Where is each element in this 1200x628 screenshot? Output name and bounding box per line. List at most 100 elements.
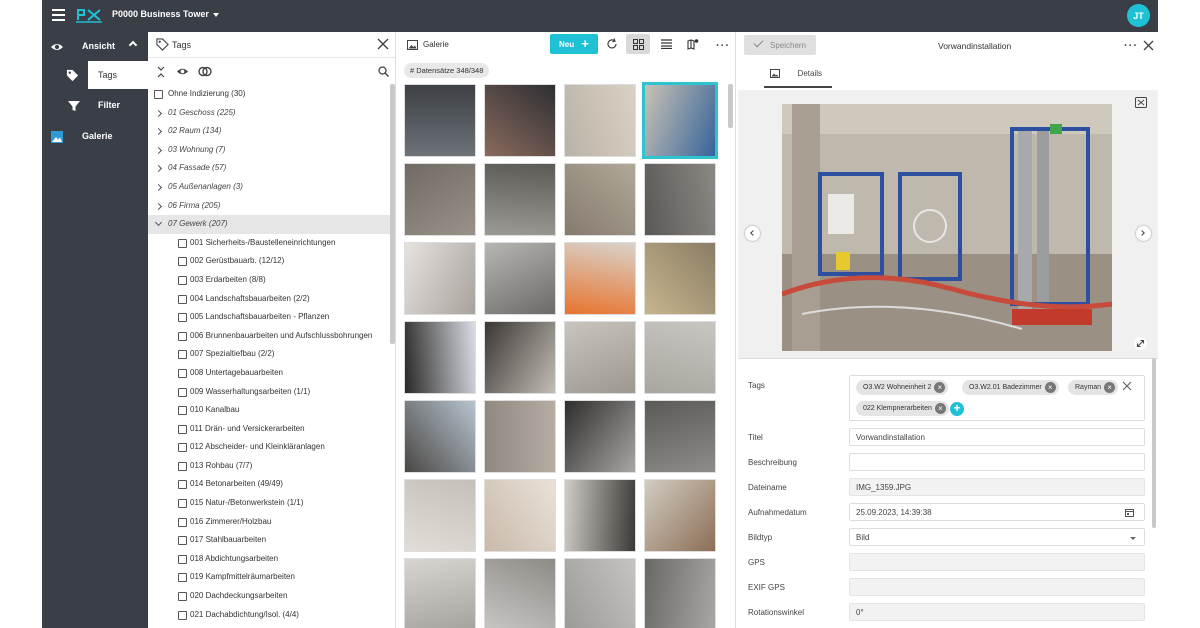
toggle-icon[interactable] — [198, 66, 212, 77]
gallery-thumbnail[interactable] — [644, 321, 716, 394]
tag-checkbox[interactable] — [178, 573, 187, 583]
tag-tree-item[interactable]: 004 Landschaftsbauarbeiten (2/2) — [148, 290, 395, 309]
tag-checkbox[interactable] — [178, 313, 187, 323]
add-tag-button[interactable]: + — [950, 402, 964, 416]
remove-tag-icon[interactable]: × — [934, 403, 946, 414]
nav-tags[interactable]: Tags — [88, 61, 148, 89]
gallery-thumbnail[interactable] — [564, 242, 636, 315]
tag-tree-item[interactable]: 003 Erdarbeiten (8/8) — [148, 271, 395, 290]
save-button[interactable]: Speichern — [744, 35, 816, 55]
tag-tree-item[interactable]: 006 Brunnenbauarbeiten und Aufschlussboh… — [148, 327, 395, 346]
chevron-right-icon[interactable] — [154, 202, 163, 210]
tag-checkbox[interactable] — [178, 461, 187, 471]
tag-checkbox[interactable] — [178, 443, 187, 453]
gallery-thumbnail[interactable] — [564, 558, 636, 628]
chevron-right-icon[interactable] — [154, 128, 163, 136]
tag-checkbox[interactable] — [178, 238, 187, 248]
gallery-thumbnail[interactable] — [484, 321, 556, 394]
chevron-right-icon[interactable] — [154, 146, 163, 154]
tag-checkbox[interactable] — [178, 368, 187, 378]
bildtyp-select[interactable]: Bild — [849, 528, 1145, 546]
tag-tree-item[interactable]: 07 Gewerk (207) — [148, 215, 395, 234]
gallery-thumbnail[interactable] — [644, 242, 716, 315]
next-image-button[interactable] — [1136, 226, 1151, 241]
titel-input[interactable]: Vorwandinstallation — [849, 428, 1145, 446]
tag-tree-item[interactable]: 020 Dachdeckungsarbeiten — [148, 587, 395, 606]
tag-checkbox[interactable] — [178, 387, 187, 397]
gallery-thumbnail[interactable] — [404, 400, 476, 473]
tag-checkbox[interactable] — [178, 554, 187, 564]
gallery-thumbnail[interactable] — [404, 321, 476, 394]
map-view-button[interactable] — [681, 34, 705, 54]
tag-tree-item[interactable]: 001 Sicherheits-/Baustelleneinrichtungen — [148, 234, 395, 253]
tag-tree-item[interactable]: 012 Abscheider- und Kleinkläranlagen — [148, 438, 395, 457]
tags-field[interactable]: O3.W2 Wohneinheit 2 × O3.W2.01 Badezimmer… — [849, 375, 1145, 421]
tag-tree-item[interactable]: 02 Raum (134) — [148, 122, 395, 141]
gallery-thumbnail[interactable] — [644, 479, 716, 552]
tag-tree-item[interactable]: 01 Geschoss (225) — [148, 104, 395, 123]
tag-checkbox[interactable] — [178, 517, 187, 527]
gallery-thumbnail[interactable] — [404, 84, 476, 157]
collapse-icon[interactable] — [156, 66, 166, 78]
tag-checkbox[interactable] — [178, 406, 187, 416]
tag-checkbox[interactable] — [178, 480, 187, 490]
nav-ansicht[interactable]: Ansicht — [42, 32, 148, 60]
tag-tree-item[interactable]: 005 Landschaftsbauarbeiten - Pflanzen — [148, 308, 395, 327]
tag-tree-item[interactable]: 019 Kampfmittelräumarbeiten — [148, 568, 395, 587]
project-selector[interactable]: P0000 Business Tower — [112, 9, 219, 19]
tag-checkbox[interactable] — [178, 424, 187, 434]
refresh-button[interactable] — [600, 34, 624, 54]
chevron-right-icon[interactable] — [154, 109, 163, 117]
gallery-thumbnail[interactable] — [644, 400, 716, 473]
gallery-thumbnail[interactable] — [644, 163, 716, 236]
grid-view-button[interactable] — [626, 34, 650, 54]
tab-details[interactable]: Details — [764, 66, 832, 88]
gallery-thumbnail[interactable] — [404, 163, 476, 236]
gallery-thumbnail[interactable] — [644, 558, 716, 628]
remove-tag-icon[interactable]: × — [934, 382, 946, 393]
tag-tree-item[interactable]: 015 Natur-/Betonwerkstein (1/1) — [148, 494, 395, 513]
gallery-thumbnail[interactable] — [564, 84, 636, 157]
detail-scrollbar[interactable] — [1152, 358, 1156, 528]
tag-tree-item[interactable]: 014 Betonarbeiten (49/49) — [148, 475, 395, 494]
tag-tree-item[interactable]: Ohne Indizierung (30) — [148, 85, 395, 104]
chevron-right-icon[interactable] — [154, 183, 163, 192]
gallery-thumbnail[interactable] — [484, 84, 556, 157]
tag-tree-item[interactable]: 03 Wohnung (7) — [148, 141, 395, 160]
gallery-thumbnail[interactable] — [564, 163, 636, 236]
search-icon[interactable] — [378, 66, 389, 77]
tag-checkbox[interactable] — [178, 350, 187, 360]
tag-checkbox[interactable] — [178, 275, 187, 285]
gallery-thumbnail[interactable] — [484, 479, 556, 552]
gallery-thumbnail[interactable] — [404, 479, 476, 552]
more-icon[interactable]: ··· — [716, 40, 730, 52]
tag-tree-item[interactable]: 009 Wasserhaltungsarbeiten (1/1) — [148, 383, 395, 402]
gallery-thumbnail[interactable] — [484, 242, 556, 315]
chevron-right-icon[interactable] — [154, 165, 163, 173]
tag-checkbox[interactable] — [154, 90, 163, 99]
more-icon[interactable]: ··· — [1124, 40, 1138, 52]
calendar-icon[interactable] — [1125, 508, 1134, 517]
tag-tree-item[interactable]: 021 Dachabdichtung/Isol. (4/4) — [148, 606, 395, 625]
gallery-thumbnail[interactable] — [484, 558, 556, 628]
tag-tree-item[interactable]: 010 Kanalbau — [148, 401, 395, 420]
gallery-scrollbar[interactable] — [728, 84, 733, 128]
tag-tree-item[interactable]: 002 Gerüstbauarb. (12/12) — [148, 252, 395, 271]
new-button[interactable]: Neu + — [550, 34, 598, 54]
list-view-button[interactable] — [654, 34, 678, 54]
previous-image-button[interactable] — [745, 226, 760, 241]
nav-galerie[interactable]: Galerie — [42, 122, 148, 150]
gallery-thumbnail[interactable] — [404, 558, 476, 628]
close-icon[interactable] — [1143, 40, 1154, 51]
tag-tree-item[interactable]: 017 Stahlbauarbeiten — [148, 531, 395, 550]
gallery-thumbnail[interactable] — [564, 400, 636, 473]
tag-tree-item[interactable]: 007 Spezialtiefbau (2/2) — [148, 345, 395, 364]
tag-tree-item[interactable]: 011 Drän- und Versickerarbeiten — [148, 420, 395, 439]
gallery-thumbnail[interactable] — [642, 82, 718, 159]
tags-scrollbar[interactable] — [390, 84, 395, 344]
tag-tree-item[interactable]: 05 Außenanlagen (3) — [148, 178, 395, 197]
gallery-thumbnail[interactable] — [564, 479, 636, 552]
chevron-down-icon[interactable] — [154, 219, 163, 227]
tag-tree-item[interactable]: 06 Firma (205) — [148, 197, 395, 216]
gallery-thumbnail[interactable] — [404, 242, 476, 315]
